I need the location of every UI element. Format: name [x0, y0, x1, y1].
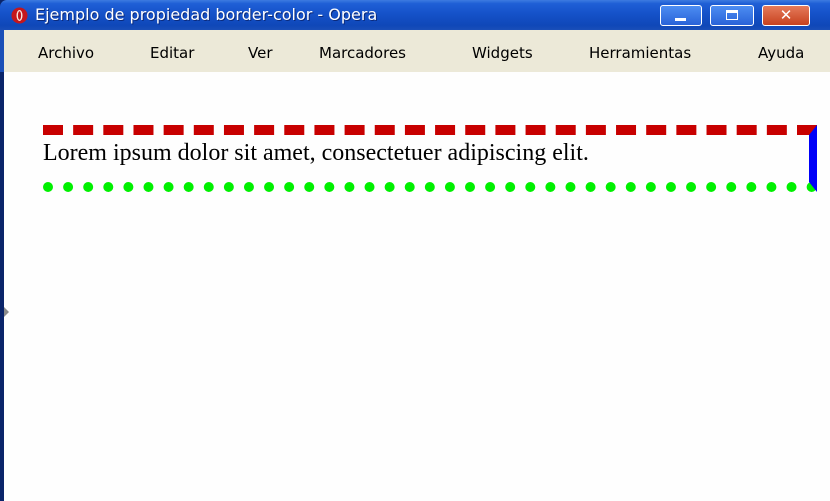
menu-archivo[interactable]: Archivo — [38, 44, 94, 62]
menu-ver[interactable]: Ver — [248, 44, 273, 62]
menu-herramientas-label: Herramientas — [589, 44, 692, 62]
menu-bar: Archivo Editar Ver Marcadores Widgets He… — [0, 30, 830, 72]
menu-herramientas[interactable]: Herramientas — [589, 44, 691, 62]
minimize-button[interactable] — [660, 5, 702, 26]
title-bar[interactable]: Ejemplo de propiedad border-color - Oper… — [0, 0, 830, 30]
page-viewport[interactable]: Lorem ipsum dolor sit amet, consectetuer… — [4, 72, 830, 501]
menu-marcadores-label: Marcadores — [319, 44, 406, 62]
menu-ayuda[interactable]: Ayuda — [758, 44, 804, 62]
minimize-icon — [675, 18, 686, 21]
close-button[interactable]: ✕ — [762, 5, 810, 26]
panel-toggle-arrow-icon[interactable] — [4, 307, 9, 317]
menu-widgets[interactable]: Widgets — [472, 44, 533, 62]
menu-widgets-label: Widgets — [472, 44, 533, 62]
close-icon: ✕ — [779, 6, 793, 24]
opera-icon — [11, 7, 28, 24]
menu-archivo-label: Archivo — [38, 44, 95, 62]
maximize-icon — [726, 10, 738, 20]
window-title: Ejemplo de propiedad border-color - Oper… — [35, 5, 378, 24]
menu-editar[interactable]: Editar — [150, 44, 194, 62]
maximize-button[interactable] — [710, 5, 754, 26]
menu-editar-label: Editar — [150, 44, 195, 62]
browser-window: Ejemplo de propiedad border-color - Oper… — [0, 0, 830, 501]
demo-paragraph: Lorem ipsum dolor sit amet, consectetuer… — [43, 125, 817, 192]
menu-ayuda-label: Ayuda — [758, 44, 805, 62]
menu-marcadores[interactable]: Marcadores — [319, 44, 406, 62]
menu-ver-label: Ver — [248, 44, 273, 62]
